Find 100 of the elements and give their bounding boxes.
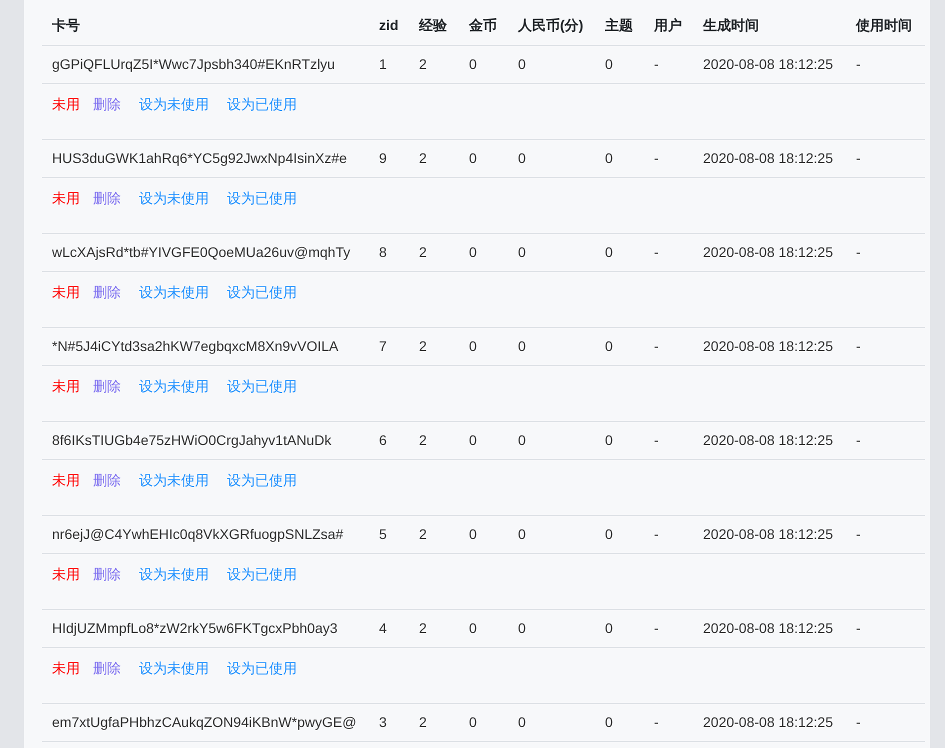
action-link[interactable]: 设为已使用 <box>227 96 297 114</box>
table-cell: 2020-08-08 18:12:25 <box>693 139 846 177</box>
table-cell: 0 <box>595 421 644 459</box>
column-header: 经验 <box>409 0 459 45</box>
column-header: 金币 <box>459 0 508 45</box>
table-cell: - <box>846 421 925 459</box>
table-cell: 8f6IKsTIUGb4e75zHWiO0CrgJahyv1tANuDk <box>42 421 369 459</box>
action-link[interactable]: 设为已使用 <box>227 472 297 490</box>
table-cell: 0 <box>508 421 595 459</box>
action-link[interactable]: 删除 <box>93 96 121 114</box>
action-link[interactable]: 设为未使用 <box>139 284 209 302</box>
action-link[interactable]: 删除 <box>93 660 121 678</box>
table-cell: - <box>846 515 925 553</box>
table-cell: - <box>846 609 925 647</box>
table-cell: 2 <box>409 703 459 741</box>
table-cell: - <box>846 45 925 83</box>
action-link[interactable]: 设为已使用 <box>227 190 297 208</box>
action-link[interactable]: 删除 <box>93 190 121 208</box>
table-cell: 7 <box>369 327 409 365</box>
table-cell: 0 <box>459 139 508 177</box>
table-cell: 8 <box>369 233 409 271</box>
table-cell: - <box>644 703 693 741</box>
table-cell: HUS3duGWK1ahRq6*YC5g92JwxNp4IsinXz#e <box>42 139 369 177</box>
table-cell: 0 <box>595 233 644 271</box>
table-cell: gGPiQFLUrqZ5I*Wwc7Jpsbh340#EKnRTzlyu <box>42 45 369 83</box>
action-link[interactable]: 删除 <box>93 472 121 490</box>
table-cell: - <box>846 703 925 741</box>
table-cell: 0 <box>595 45 644 83</box>
status-text: 未用 <box>52 190 80 208</box>
table-cell: 0 <box>508 139 595 177</box>
table-cell: 3 <box>369 703 409 741</box>
action-link[interactable]: 删除 <box>93 566 121 584</box>
table-cell: 2 <box>409 609 459 647</box>
table-cell: 2 <box>409 233 459 271</box>
column-header: zid <box>369 0 409 45</box>
status-text: 未用 <box>52 472 80 490</box>
column-header: 卡号 <box>42 0 369 45</box>
table-cell: - <box>644 421 693 459</box>
status-text: 未用 <box>52 566 80 584</box>
status-text: 未用 <box>52 96 80 114</box>
column-header: 主题 <box>595 0 644 45</box>
table-cell: 2020-08-08 18:12:25 <box>693 421 846 459</box>
table-cell: 2020-08-08 18:12:25 <box>693 233 846 271</box>
table-cell: 4 <box>369 609 409 647</box>
table-cell: - <box>644 609 693 647</box>
table-cell: 0 <box>459 703 508 741</box>
table-cell: 0 <box>595 515 644 553</box>
action-link[interactable]: 设为未使用 <box>139 472 209 490</box>
table-cell: HIdjUZMmpfLo8*zW2rkY5w6FKTgcxPbh0ay3 <box>42 609 369 647</box>
table-cell: 2020-08-08 18:12:25 <box>693 45 846 83</box>
action-link[interactable]: 删除 <box>93 378 121 396</box>
table-cell: 2 <box>409 515 459 553</box>
table-cell: 0 <box>459 327 508 365</box>
table-cell: *N#5J4iCYtd3sa2hKW7egbqxcM8Xn9vVOILA <box>42 327 369 365</box>
table-cell: 5 <box>369 515 409 553</box>
column-header: 用户 <box>644 0 693 45</box>
table-cell: 2 <box>409 139 459 177</box>
table-cell: 2020-08-08 18:12:25 <box>693 327 846 365</box>
table-cell: 0 <box>595 327 644 365</box>
table-cell: - <box>644 327 693 365</box>
table-cell: 1 <box>369 45 409 83</box>
table-cell: 9 <box>369 139 409 177</box>
table-cell: - <box>846 139 925 177</box>
table-cell: 2020-08-08 18:12:25 <box>693 609 846 647</box>
table-cell: 2020-08-08 18:12:25 <box>693 703 846 741</box>
action-link[interactable]: 设为已使用 <box>227 378 297 396</box>
column-header: 使用时间 <box>846 0 925 45</box>
action-link[interactable]: 删除 <box>93 284 121 302</box>
action-link[interactable]: 设为已使用 <box>227 660 297 678</box>
action-link[interactable]: 设为未使用 <box>139 190 209 208</box>
action-link[interactable]: 设为未使用 <box>139 378 209 396</box>
table-cell: 0 <box>459 515 508 553</box>
table-cell: 2 <box>409 45 459 83</box>
table-cell: 0 <box>508 327 595 365</box>
table-cell: 0 <box>595 609 644 647</box>
status-text: 未用 <box>52 660 80 678</box>
table-cell: 0 <box>595 703 644 741</box>
table-cell: 2020-08-08 18:12:25 <box>693 515 846 553</box>
table-cell: - <box>846 327 925 365</box>
action-link[interactable]: 设为已使用 <box>227 284 297 302</box>
table-cell: 0 <box>459 609 508 647</box>
table-cell: - <box>846 233 925 271</box>
action-link[interactable]: 设为未使用 <box>139 660 209 678</box>
status-text: 未用 <box>52 284 80 302</box>
table-cell: 0 <box>508 609 595 647</box>
table-cell: em7xtUgfaPHbhzCAukqZON94iKBnW*pwyGE@ <box>42 703 369 741</box>
table-cell: 2 <box>409 421 459 459</box>
table-cell: wLcXAjsRd*tb#YIVGFE0QoeMUa26uv@mqhTy <box>42 233 369 271</box>
column-header: 生成时间 <box>693 0 846 45</box>
action-link[interactable]: 设为未使用 <box>139 566 209 584</box>
table-cell: - <box>644 515 693 553</box>
action-link[interactable]: 设为未使用 <box>139 96 209 114</box>
status-text: 未用 <box>52 378 80 396</box>
column-header: 人民币(分) <box>508 0 595 45</box>
table-cell: 0 <box>459 421 508 459</box>
table-cell: - <box>644 139 693 177</box>
table-cell: 0 <box>508 515 595 553</box>
action-link[interactable]: 设为已使用 <box>227 566 297 584</box>
table-cell: 6 <box>369 421 409 459</box>
table-cell: 0 <box>459 233 508 271</box>
